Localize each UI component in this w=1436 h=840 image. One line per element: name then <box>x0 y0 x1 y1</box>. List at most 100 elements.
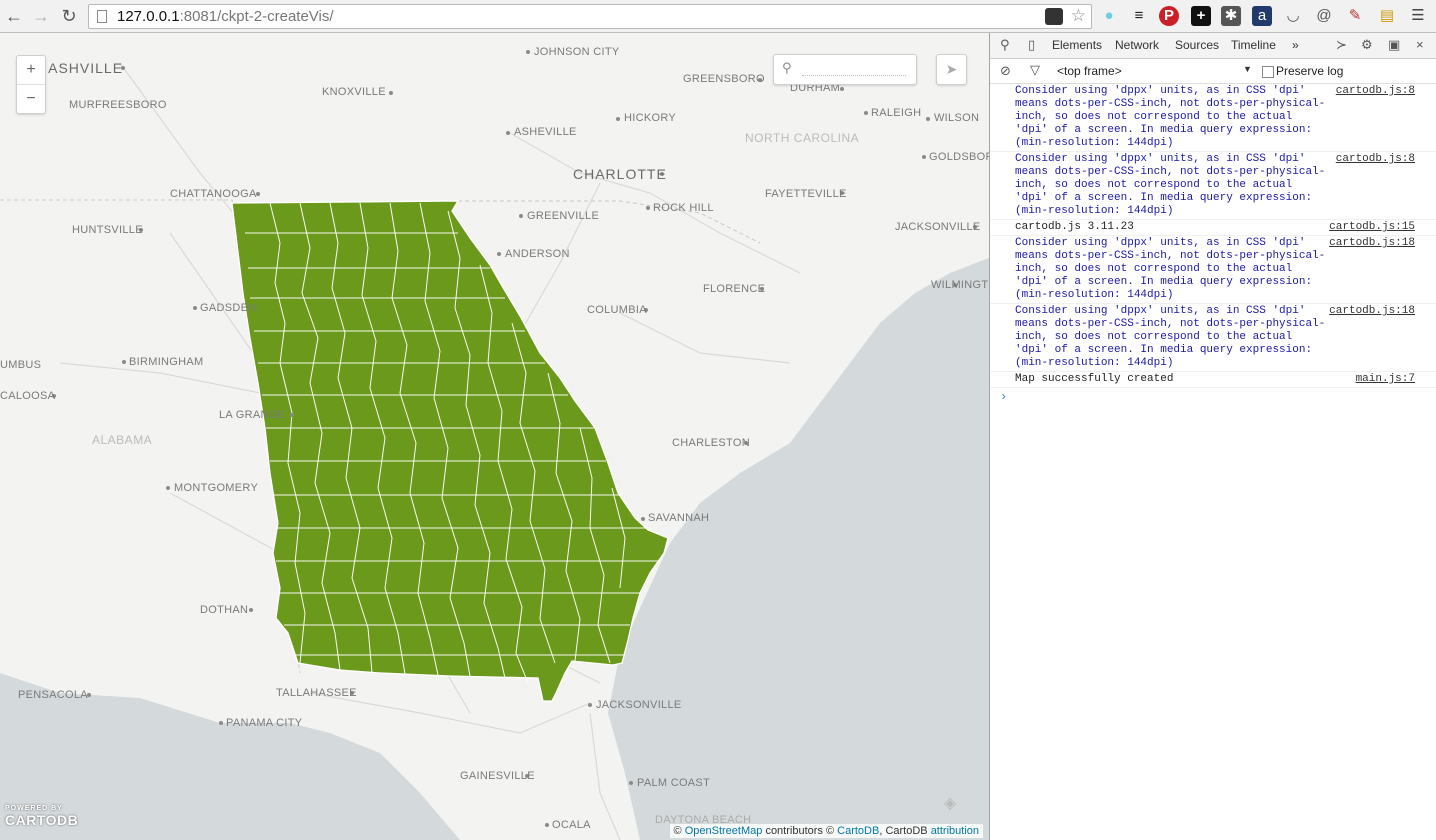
message-source-link[interactable]: cartodb.js:15 <box>1329 221 1415 234</box>
frame-selector[interactable]: <top frame> <box>1057 64 1122 78</box>
inspect-search-icon[interactable]: ⚲ <box>1000 37 1010 53</box>
city-label-gainesville: GAINESVILLE <box>460 770 535 782</box>
city-label-asheville: ASHEVILLE <box>514 126 577 138</box>
state-label-alabama: ALABAMA <box>92 433 153 447</box>
city-label-columbus: UMBUS <box>0 359 42 371</box>
search-icon: ⚲ <box>782 60 792 75</box>
layers-icon[interactable]: ≡ <box>1129 6 1149 26</box>
message-text: Consider using 'dppx' units, as in CSS '… <box>1015 85 1326 149</box>
console-output: Consider using 'dppx' units, as in CSS '… <box>990 84 1436 404</box>
zoom-in-button[interactable]: + <box>17 56 45 85</box>
message-text: Map successfully created <box>1015 373 1174 385</box>
georgia-counties[interactable] <box>231 200 669 702</box>
georgia-outline[interactable] <box>231 200 669 702</box>
attribution-contributors: contributors © <box>765 825 835 837</box>
city-label-raleigh: RALEIGH <box>871 107 922 119</box>
camera-extension-icon[interactable] <box>1045 8 1063 25</box>
city-label-jacksonville-fl: JACKSONVILLE <box>596 699 682 711</box>
dock-side-icon[interactable]: ▣ <box>1388 37 1400 53</box>
lock-icon[interactable]: a <box>1252 6 1272 26</box>
cartodb-logo[interactable]: POWERED BY CARTODB <box>5 805 78 830</box>
console-prompt[interactable]: › <box>990 388 1436 404</box>
plus-extension-icon[interactable]: + <box>1191 6 1211 26</box>
city-label-charlotte: CHARLOTTE <box>573 166 667 182</box>
url-path: :8081/ckpt-2-createVis/ <box>179 8 334 25</box>
city-label-greenville: GREENVILLE <box>527 210 600 222</box>
city-label-jacksonville-nc: JACKSONVILLE <box>895 221 981 233</box>
at-sign-icon[interactable]: @ <box>1314 6 1334 26</box>
eyedropper-icon[interactable]: ✎ <box>1345 6 1365 26</box>
zoom-control: + − <box>16 55 46 114</box>
map-search-input[interactable]: ⚲ <box>773 54 917 85</box>
tab-elements[interactable]: Elements <box>1052 38 1102 52</box>
city-label-anderson: ANDERSON <box>505 248 570 260</box>
reload-icon[interactable]: ↻ <box>58 5 80 27</box>
devtools-panel: ⚲ ▯ Elements Network Sources Timeline » … <box>989 33 1436 840</box>
console-drawer-icon[interactable]: ≻ <box>1336 37 1347 53</box>
message-source-link[interactable]: main.js:7 <box>1356 373 1415 386</box>
console-message: Consider using 'dppx' units, as in CSS '… <box>990 304 1436 372</box>
message-text: Consider using 'dppx' units, as in CSS '… <box>1015 305 1326 369</box>
attribution-cartodb-text: , CartoDB <box>879 825 928 837</box>
droplet-icon[interactable]: ● <box>1099 6 1119 26</box>
close-icon[interactable]: × <box>1416 37 1424 52</box>
city-label-greensboro: GREENSBORO <box>683 73 765 85</box>
message-source-link[interactable]: cartodb.js:8 <box>1336 153 1415 166</box>
city-label-fayetteville: FAYETTEVILLE <box>765 188 847 200</box>
tab-sources[interactable]: Sources <box>1175 38 1219 52</box>
note-icon[interactable]: ▤ <box>1377 6 1397 26</box>
pinterest-icon[interactable]: P <box>1159 6 1179 26</box>
city-label-savannah: SAVANNAH <box>648 512 710 524</box>
message-source-link[interactable]: cartodb.js:8 <box>1336 85 1415 98</box>
logo-powered-by: POWERED BY <box>5 805 63 812</box>
console-message: cartodb.js 3.11.23 cartodb.js:15 <box>990 220 1436 236</box>
city-label-tuscaloosa: CALOOSA <box>0 390 56 402</box>
url-text: 127.0.0.1:8081/ckpt-2-createVis/ <box>117 8 334 25</box>
forward-arrow-icon[interactable]: → <box>30 5 52 27</box>
address-bar[interactable]: 127.0.0.1:8081/ckpt-2-createVis/ ☆ <box>88 4 1092 29</box>
message-text: Consider using 'dppx' units, as in CSS '… <box>1015 153 1326 217</box>
browser-toolbar: ← → ↻ 127.0.0.1:8081/ckpt-2-createVis/ ☆… <box>0 0 1436 33</box>
more-tabs-button[interactable]: » <box>1292 38 1299 52</box>
legend-toggle-icon[interactable]: ◈ <box>944 793 964 813</box>
tab-timeline[interactable]: Timeline <box>1231 38 1276 52</box>
city-label-gadsden: GADSDEN <box>200 302 257 314</box>
city-label-wilson: WILSON <box>934 112 980 124</box>
city-label-wilmington: WILMINGT <box>931 279 989 291</box>
city-label-nashville: NASHVILLE <box>37 60 124 76</box>
back-arrow-icon[interactable]: ← <box>3 5 25 27</box>
message-source-link[interactable]: cartodb.js:18 <box>1329 237 1415 250</box>
page-icon <box>97 10 107 23</box>
message-source-link[interactable]: cartodb.js:18 <box>1329 305 1415 318</box>
city-label-hickory: HICKORY <box>624 112 677 124</box>
preserve-log-checkbox[interactable] <box>1262 66 1274 78</box>
bookmark-star-icon[interactable]: ☆ <box>1071 6 1086 26</box>
puzzle-icon[interactable]: ✱ <box>1221 6 1241 26</box>
city-label-murfreesboro: MURFREESBORO <box>69 99 167 111</box>
city-label-dothan: DOTHAN <box>200 604 249 616</box>
city-label-columbia: COLUMBIA <box>587 304 647 316</box>
pocket-icon[interactable]: ◡ <box>1283 6 1303 26</box>
message-text: Consider using 'dppx' units, as in CSS '… <box>1015 237 1326 301</box>
city-label-ocala: OCALA <box>552 819 591 831</box>
city-label-rock-hill: ROCK HILL <box>653 202 714 214</box>
city-label-panama-city: PANAMA CITY <box>226 717 303 729</box>
preserve-log-label: Preserve log <box>1276 64 1344 78</box>
cartodb-link[interactable]: CartoDB <box>837 825 879 837</box>
osm-link[interactable]: OpenStreetMap <box>685 825 763 837</box>
settings-gear-icon[interactable]: ⚙ <box>1361 37 1373 53</box>
zoom-out-button[interactable]: − <box>17 85 45 113</box>
attribution-link[interactable]: attribution <box>931 825 979 837</box>
filter-icon[interactable]: ▽ <box>1030 62 1040 78</box>
city-label-knoxville: KNOXVILLE <box>322 86 386 98</box>
clear-console-icon[interactable]: ⊘ <box>1000 63 1011 79</box>
frame-dropdown-icon[interactable]: ▼ <box>1243 64 1252 74</box>
menu-icon[interactable]: ☰ <box>1408 6 1428 26</box>
console-message: Map successfully created main.js:7 <box>990 372 1436 388</box>
share-button[interactable]: ➤ <box>936 54 967 85</box>
device-mode-icon[interactable]: ▯ <box>1028 37 1035 53</box>
city-label-montgomery: MONTGOMERY <box>174 482 259 494</box>
map-view[interactable]: NORTH CAROLINA ALABAMA NASHVILLE JOHNSON… <box>0 33 989 840</box>
city-label-la-grange: LA GRANGE <box>219 409 286 421</box>
tab-network[interactable]: Network <box>1115 38 1159 52</box>
